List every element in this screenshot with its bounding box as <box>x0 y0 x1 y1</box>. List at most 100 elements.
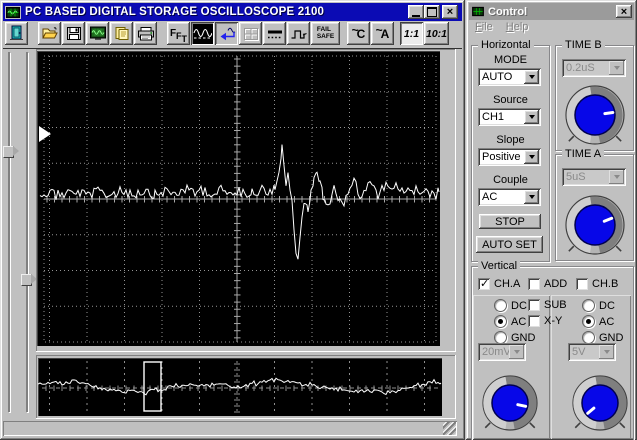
toolbar: FFT FAIL SAFE ~C ~A 1:1 10:1 <box>3 22 462 48</box>
sine-wave-icon <box>193 25 212 42</box>
desktop: PC BASED DIGITAL STORAGE OSCILLOSCOPE 21… <box>0 0 637 440</box>
chevron-down-icon[interactable] <box>599 345 614 359</box>
control-title-bar[interactable]: Control × <box>469 3 634 20</box>
menu-bar: File Help <box>470 21 630 37</box>
resize-grip[interactable] <box>443 422 456 435</box>
menu-help[interactable]: Help <box>506 21 529 37</box>
control-window: Control × File Help Horizontal MODE AUTO … <box>466 0 637 440</box>
toolbar-button-calibrate-c[interactable]: ~C <box>347 22 370 45</box>
add-checkbox[interactable]: ADD <box>528 278 567 290</box>
radio-circle[interactable] <box>582 299 595 312</box>
printer-icon <box>137 27 154 41</box>
slider-thumb[interactable] <box>3 146 19 158</box>
group-label: Vertical <box>478 260 521 272</box>
minimize-icon <box>412 14 420 17</box>
control-close-button[interactable]: × <box>616 5 632 18</box>
main-title-bar[interactable]: PC BASED DIGITAL STORAGE OSCILLOSCOPE 21… <box>3 3 462 21</box>
fail-safe-label: FAIL SAFE <box>316 26 335 40</box>
chevron-down-icon[interactable] <box>524 110 539 124</box>
preview-display <box>37 358 442 416</box>
status-text <box>3 421 457 436</box>
toolbar-button-fft[interactable]: FFT <box>167 22 190 45</box>
chevron-down-icon[interactable] <box>524 190 539 204</box>
checkbox-box[interactable] <box>576 278 588 290</box>
menu-file[interactable]: File <box>475 21 493 37</box>
toolbar-button-probe-10-1[interactable]: 10:1 <box>424 22 449 45</box>
toolbar-button-display-mode[interactable] <box>86 22 109 45</box>
checkbox-box[interactable] <box>528 299 540 311</box>
radio-circle[interactable] <box>494 315 507 328</box>
marker-slider-b[interactable] <box>19 50 37 414</box>
preview-trace <box>37 361 442 413</box>
toolbar-button-exit[interactable] <box>5 22 28 45</box>
slope-select[interactable]: Positive <box>478 148 541 166</box>
slider-thumb[interactable] <box>21 274 37 286</box>
cha-range-select[interactable]: 20mV <box>478 343 526 361</box>
chb-range-select[interactable]: 5V <box>568 343 616 361</box>
chb-radio-dc[interactable]: DC <box>582 299 615 312</box>
cha-checkbox[interactable]: CH.A <box>478 277 520 290</box>
status-bar <box>2 420 458 437</box>
close-icon: × <box>446 6 454 18</box>
time-a-knob[interactable] <box>557 187 633 266</box>
close-button[interactable]: × <box>442 5 458 19</box>
grid-icon <box>243 27 259 41</box>
scope-grid-and-trace <box>39 55 440 343</box>
radio-circle[interactable] <box>494 299 507 312</box>
toolbar-button-open[interactable] <box>38 22 61 45</box>
probe-1-1-label: 1:1 <box>403 27 420 40</box>
mode-select[interactable]: AUTO <box>478 68 541 86</box>
slider-track <box>26 52 28 412</box>
calibrate-c-label: ~C <box>351 22 366 41</box>
checkbox-box[interactable] <box>528 278 540 290</box>
time-b-knob[interactable] <box>557 77 633 156</box>
couple-select[interactable]: AC <box>478 188 541 206</box>
scope-panel <box>36 49 456 352</box>
source-select[interactable]: CH1 <box>478 108 541 126</box>
cha-gain-knob[interactable] <box>474 367 546 440</box>
toolbar-button-save[interactable] <box>62 22 85 45</box>
toolbar-button-copy[interactable] <box>110 22 133 45</box>
toolbar-button-step-wave[interactable] <box>287 22 310 45</box>
toolbar-button-grid-toggle[interactable] <box>239 22 262 45</box>
chb-gain-knob[interactable] <box>564 367 636 440</box>
chevron-down-icon[interactable] <box>609 170 624 184</box>
chevron-down-icon[interactable] <box>609 61 624 75</box>
chb-checkbox[interactable]: CH.B <box>576 278 618 290</box>
cha-radio-ac[interactable]: AC <box>494 315 526 328</box>
marker-slider-a[interactable] <box>1 50 19 414</box>
cha-radio-dc[interactable]: DC <box>494 299 527 312</box>
toolbar-button-dotted-line[interactable] <box>263 22 286 45</box>
chb-radio-ac[interactable]: AC <box>582 315 614 328</box>
knob-dial <box>572 375 628 431</box>
toolbar-button-fail-safe[interactable]: FAIL SAFE <box>311 22 340 45</box>
toolbar-button-probe-1-1[interactable]: 1:1 <box>400 22 423 45</box>
group-label: Horizontal <box>478 39 534 51</box>
xy-checkbox[interactable]: X-Y <box>528 315 562 327</box>
maximize-button[interactable] <box>424 5 440 19</box>
toolbar-button-sine-display[interactable] <box>191 22 214 45</box>
app-scope-icon <box>5 5 21 19</box>
checkbox-box[interactable] <box>478 277 490 290</box>
chevron-down-icon[interactable] <box>524 70 539 84</box>
auto-set-button[interactable]: AUTO SET <box>476 236 543 253</box>
toolbar-button-print[interactable] <box>134 22 157 45</box>
dotted-line-icon <box>267 30 282 38</box>
sub-checkbox[interactable]: SUB <box>528 299 567 311</box>
control-window-title: Control <box>488 5 528 18</box>
maximize-icon <box>427 7 437 17</box>
checkbox-box[interactable] <box>528 315 540 327</box>
stop-button[interactable]: STOP <box>479 214 541 229</box>
save-floppy-icon <box>66 27 81 40</box>
chevron-down-icon[interactable] <box>524 150 539 164</box>
fft-icon: FFT <box>169 28 188 45</box>
toolbar-button-recall-wave[interactable] <box>215 22 238 45</box>
radio-circle[interactable] <box>582 315 595 328</box>
source-label: Source <box>493 94 528 106</box>
chevron-down-icon[interactable] <box>509 345 524 359</box>
toolbar-button-calibrate-a[interactable]: ~A <box>371 22 394 45</box>
time-a-select[interactable]: 5uS <box>562 168 626 186</box>
time-b-select[interactable]: 0.2uS <box>562 59 626 77</box>
minimize-button[interactable] <box>408 5 424 19</box>
mode-label: MODE <box>494 54 527 66</box>
